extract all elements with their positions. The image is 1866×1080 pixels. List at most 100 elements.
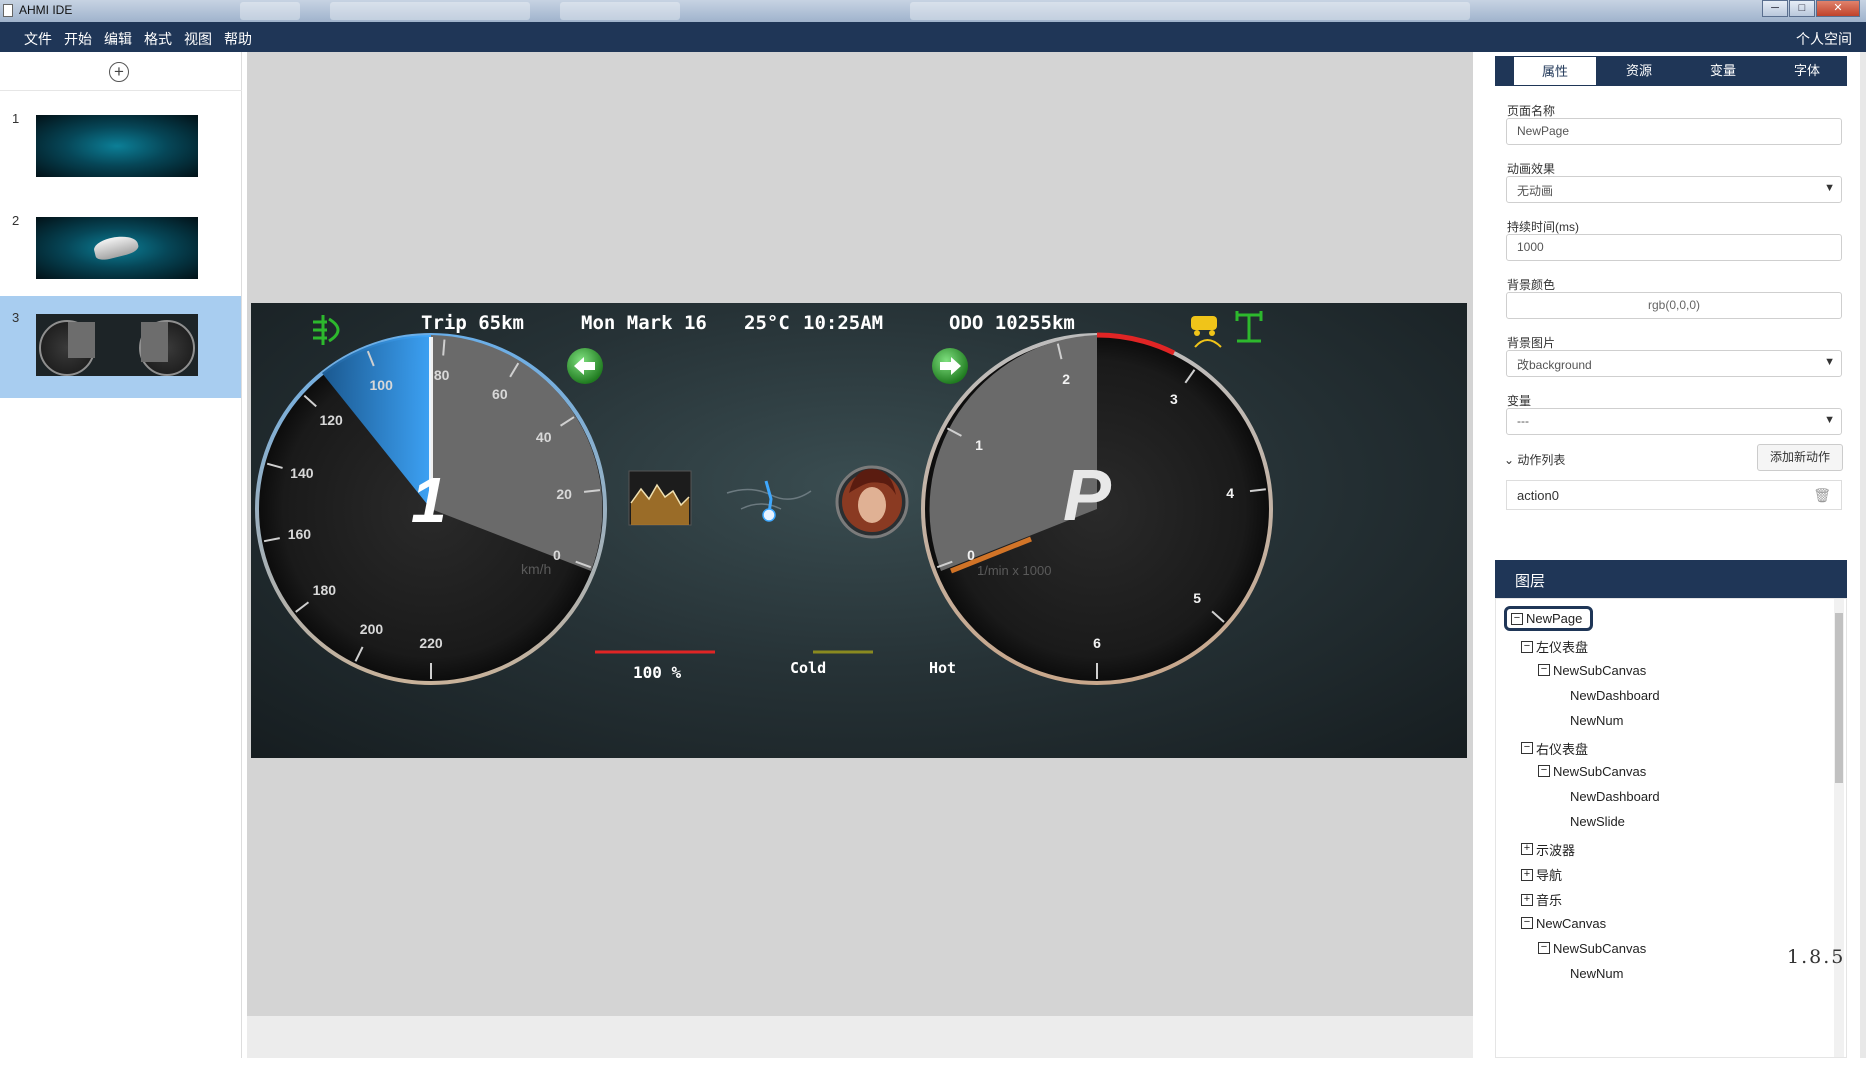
- gauge-tick-label: 0: [967, 546, 975, 563]
- speed-unit: km/h: [521, 561, 552, 577]
- four-wheel-drive-icon: [1235, 311, 1263, 343]
- page-item-3[interactable]: 3: [0, 296, 241, 398]
- variable-select[interactable]: --- ▼: [1506, 408, 1842, 435]
- window-controls: ─ □ ✕: [1761, 0, 1860, 18]
- close-button[interactable]: ✕: [1816, 0, 1860, 17]
- bg-color-label: 背景颜色: [1507, 278, 1556, 292]
- action-list-label: 动作列表: [1517, 453, 1566, 467]
- menu-format[interactable]: 格式: [144, 29, 172, 49]
- expand-icon[interactable]: +: [1521, 868, 1533, 881]
- menu-help[interactable]: 帮助: [224, 29, 252, 49]
- music-avatar-icon: [835, 465, 909, 539]
- tab-variables[interactable]: 变量: [1681, 56, 1765, 86]
- dropdown-caret-icon: ▼: [1824, 414, 1835, 426]
- car-image: [92, 231, 140, 263]
- animation-select[interactable]: 无动画 ▼: [1506, 176, 1842, 203]
- odometer: ODO 10255km: [949, 312, 1075, 334]
- layer-node[interactable]: NewNum: [1570, 966, 1623, 981]
- collapse-icon[interactable]: −: [1538, 664, 1550, 677]
- layer-label: 左仪表盘: [1536, 640, 1589, 656]
- trip-distance: Trip 65km: [421, 312, 524, 334]
- dashboard-page[interactable]: Trip 65km Mon Mark 16 25°C 10:25AM ODO 1…: [251, 303, 1467, 758]
- canvas-status-strip: [247, 1016, 1473, 1058]
- layer-node[interactable]: + 音乐: [1521, 890, 1562, 909]
- duration-input[interactable]: 1000: [1506, 234, 1842, 261]
- layer-node[interactable]: − NewSubCanvas: [1538, 663, 1646, 678]
- gauge-tick-label: 220: [419, 635, 443, 651]
- bg-image-select[interactable]: 改background ▼: [1506, 350, 1842, 377]
- collapse-icon[interactable]: −: [1538, 942, 1550, 955]
- mini-right-gauge: [139, 320, 195, 376]
- layer-label: NewPage: [1526, 611, 1583, 626]
- layer-label: NewSubCanvas: [1553, 940, 1647, 956]
- layers-header: 图层: [1495, 560, 1847, 598]
- page-name-input[interactable]: NewPage: [1506, 118, 1842, 145]
- maximize-button[interactable]: □: [1789, 0, 1815, 17]
- layer-node[interactable]: + 示波器: [1521, 840, 1575, 859]
- collapse-icon[interactable]: −: [1521, 917, 1533, 930]
- mini-left-gauge: [39, 320, 95, 376]
- add-page-button[interactable]: +: [109, 62, 129, 82]
- layer-node[interactable]: − NewCanvas: [1521, 916, 1606, 931]
- layer-node[interactable]: − 右仪表盘: [1521, 739, 1588, 758]
- gauge-tick-label: 100: [369, 376, 393, 393]
- layer-node[interactable]: NewNum: [1570, 713, 1623, 728]
- page-item-1[interactable]: 1: [0, 97, 241, 199]
- page-item-2[interactable]: 2: [0, 199, 241, 301]
- bg-color-value: rgb(0,0,0): [1647, 298, 1701, 312]
- gauge-tick-label: 0: [553, 546, 561, 563]
- gauge-tick-label: 60: [492, 386, 508, 403]
- layer-node[interactable]: NewDashboard: [1570, 688, 1660, 703]
- add-action-button[interactable]: 添加新动作: [1757, 444, 1843, 471]
- collapse-icon[interactable]: −: [1521, 742, 1533, 754]
- bg-color-picker[interactable]: rgb(0,0,0): [1506, 292, 1842, 319]
- layer-label: NewDashboard: [1570, 687, 1660, 703]
- title-bar: AHMI IDE ─ □ ✕: [0, 0, 1866, 22]
- expand-icon[interactable]: +: [1521, 893, 1533, 906]
- scrollbar-thumb[interactable]: [1835, 613, 1843, 783]
- menu-bar: 文件 开始 编辑 格式 视图 帮助 个人空间: [0, 22, 1866, 52]
- layers-scrollbar[interactable]: [1834, 599, 1844, 1057]
- divider: [0, 90, 242, 91]
- speed-value: 1: [411, 464, 447, 536]
- menu-start[interactable]: 开始: [64, 29, 92, 49]
- trash-icon[interactable]: 🗑: [1813, 487, 1831, 504]
- gauge-tick-label: 20: [556, 486, 572, 503]
- property-tabs: 属性 资源 变量 字体: [1495, 56, 1847, 86]
- minimize-button[interactable]: ─: [1762, 0, 1788, 17]
- version-label: 1.8.5: [1787, 946, 1846, 968]
- collapse-icon[interactable]: −: [1538, 765, 1550, 778]
- bg-image-value: 改background: [1517, 358, 1592, 372]
- action-item[interactable]: action0 🗑: [1506, 480, 1842, 510]
- animation-value: 无动画: [1517, 184, 1554, 198]
- layer-node[interactable]: − NewPage: [1504, 606, 1594, 631]
- menu-view[interactable]: 视图: [184, 29, 212, 49]
- taskbar-blur: [330, 2, 530, 20]
- tab-fonts[interactable]: 字体: [1765, 56, 1849, 86]
- layer-node[interactable]: + 导航: [1521, 865, 1562, 884]
- personal-space-link[interactable]: 个人空间: [1796, 29, 1852, 49]
- temp-hot-label: Hot: [929, 659, 957, 677]
- tab-properties[interactable]: 属性: [1513, 56, 1597, 86]
- variable-label: 变量: [1507, 394, 1532, 408]
- gauge-tick-label: 5: [1193, 590, 1201, 607]
- collapse-icon[interactable]: −: [1511, 612, 1523, 625]
- variable-value: ---: [1517, 414, 1529, 428]
- menu-edit[interactable]: 编辑: [104, 29, 132, 49]
- gauge-tick-label: 3: [1169, 391, 1178, 408]
- layer-node[interactable]: NewDashboard: [1570, 789, 1660, 804]
- page-thumbnail: [36, 314, 198, 376]
- tab-resources[interactable]: 资源: [1597, 56, 1681, 86]
- menu-file[interactable]: 文件: [24, 29, 52, 49]
- layer-node[interactable]: NewSlide: [1570, 814, 1625, 829]
- collapse-icon[interactable]: −: [1521, 640, 1533, 653]
- layer-node[interactable]: − 左仪表盘: [1521, 637, 1588, 656]
- layer-node[interactable]: − NewSubCanvas: [1538, 941, 1646, 956]
- gauge-tick-label: 140: [290, 465, 314, 482]
- action-list-toggle[interactable]: ⌄ 动作列表: [1504, 451, 1565, 468]
- page-name-value: NewPage: [1517, 124, 1570, 138]
- page-thumbnail: [36, 217, 198, 279]
- layer-label: NewSubCanvas: [1553, 662, 1647, 678]
- expand-icon[interactable]: +: [1521, 843, 1533, 856]
- layer-node[interactable]: − NewSubCanvas: [1538, 764, 1646, 779]
